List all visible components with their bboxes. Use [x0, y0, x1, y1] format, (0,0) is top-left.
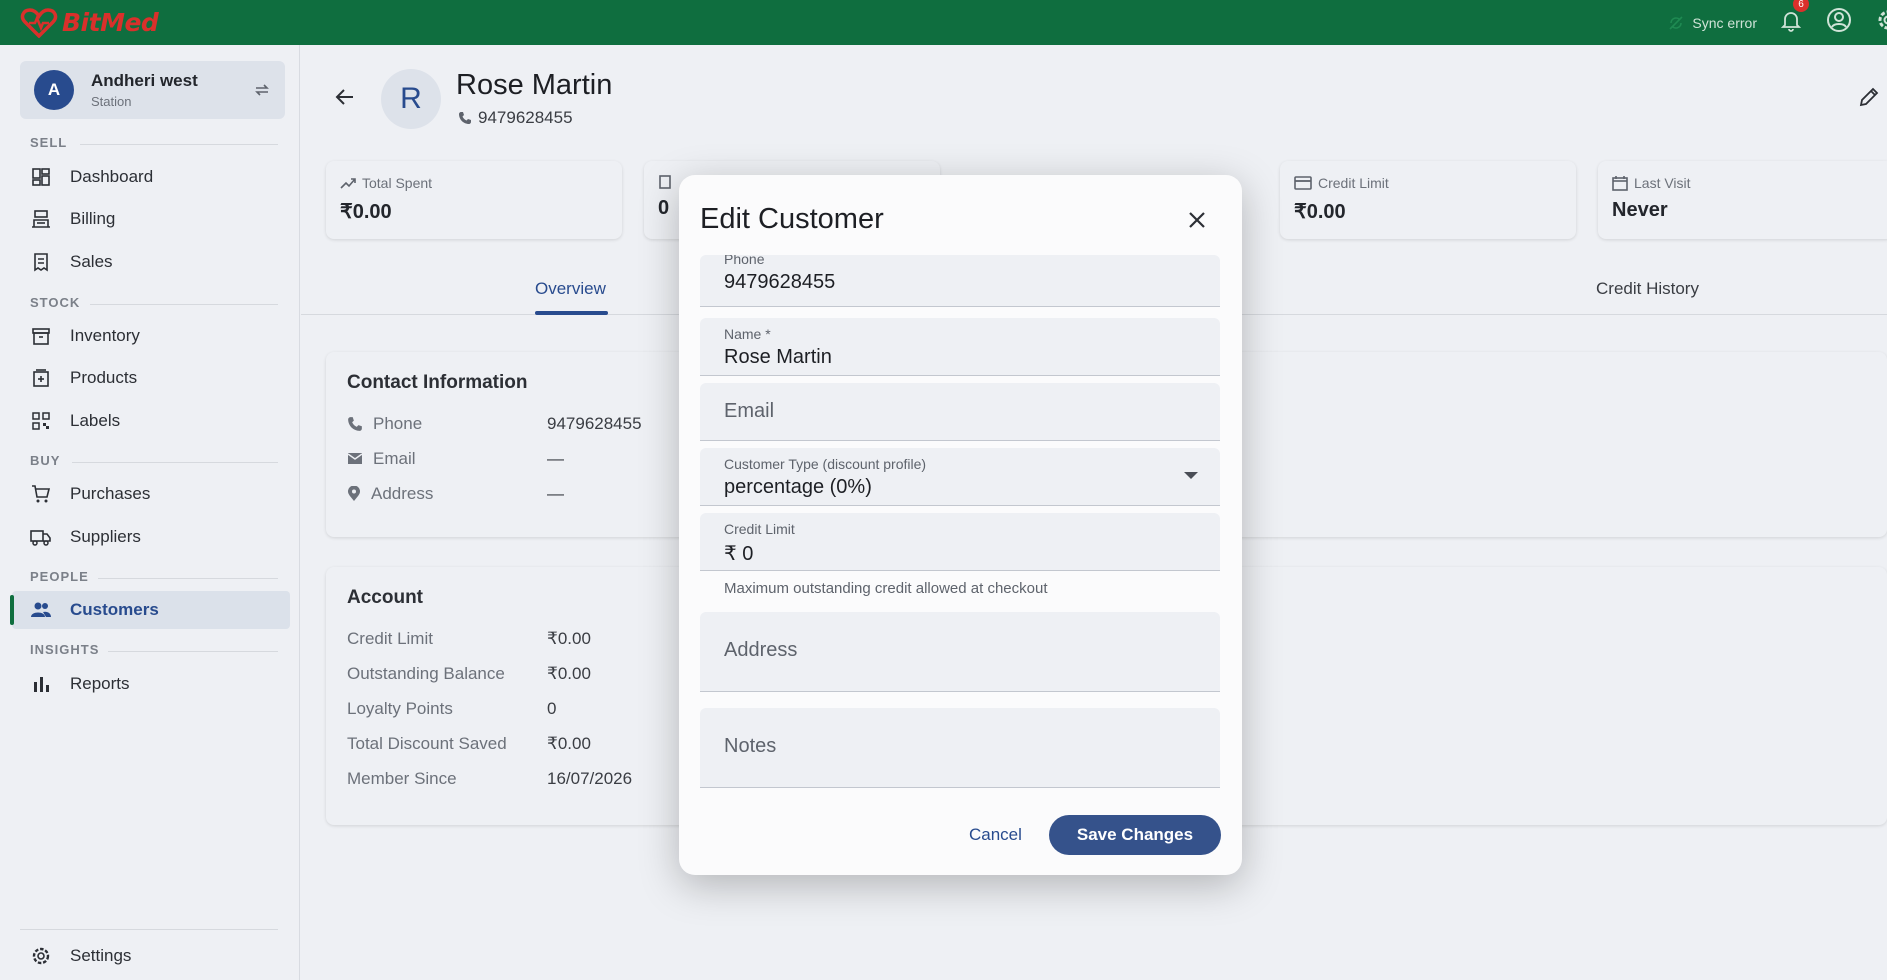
- save-changes-button[interactable]: Save Changes: [1049, 815, 1221, 855]
- close-icon: [1189, 212, 1205, 228]
- customer-type-select[interactable]: Customer Type (discount profile) percent…: [700, 448, 1220, 506]
- notes-field-placeholder: Notes: [724, 735, 777, 757]
- phone-field-value: 9479628455: [724, 271, 836, 293]
- name-field-label: Name *: [724, 326, 771, 342]
- credit-limit-helper: Maximum outstanding credit allowed at ch…: [724, 580, 1048, 597]
- customer-type-label: Customer Type (discount profile): [724, 456, 927, 472]
- close-dialog-button[interactable]: [1182, 205, 1212, 235]
- email-field-placeholder: Email: [724, 400, 775, 422]
- dialog-title: Edit Customer: [700, 203, 884, 235]
- credit-limit-field[interactable]: Credit Limit ₹ 0: [700, 513, 1220, 571]
- credit-limit-label: Credit Limit: [724, 521, 795, 537]
- credit-limit-value: ₹ 0: [724, 543, 754, 565]
- name-field-value: Rose Martin: [724, 346, 832, 368]
- name-field[interactable]: Name * Rose Martin: [700, 318, 1220, 376]
- notes-field[interactable]: Notes: [700, 708, 1220, 788]
- address-field-placeholder: Address: [724, 639, 798, 661]
- phone-field-label: Phone: [724, 255, 765, 267]
- email-field[interactable]: Email: [700, 383, 1220, 441]
- customer-type-value: percentage (0%): [724, 476, 872, 498]
- address-field[interactable]: Address: [700, 612, 1220, 692]
- edit-customer-dialog: Edit Customer Phone 9479628455 Name * Ro…: [679, 175, 1242, 875]
- phone-field[interactable]: Phone 9479628455: [700, 255, 1220, 307]
- cancel-button[interactable]: Cancel: [969, 825, 1022, 845]
- chevron-down-icon: [1184, 472, 1198, 479]
